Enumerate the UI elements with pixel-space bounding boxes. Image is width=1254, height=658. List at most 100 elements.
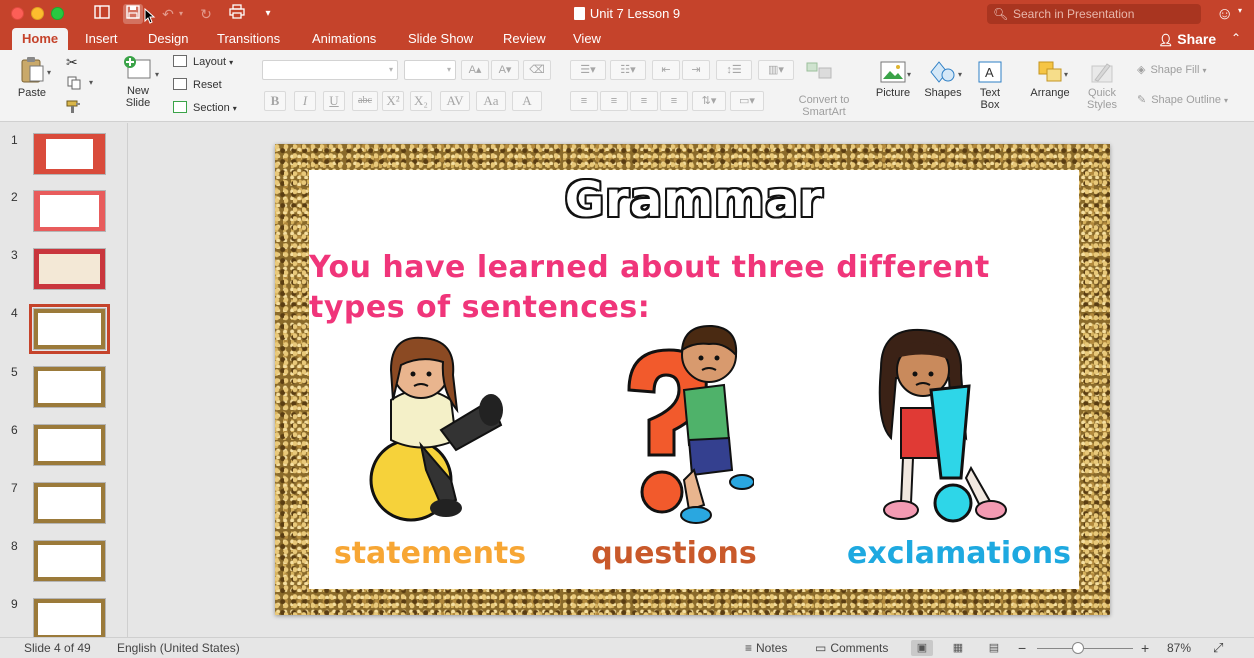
italic-button[interactable]: I — [294, 91, 316, 111]
zoom-in-button[interactable]: + — [1141, 638, 1149, 658]
slide-thumbnail-5[interactable] — [33, 366, 106, 408]
tab-slide-show[interactable]: Slide Show — [398, 28, 483, 50]
increase-font-size-button[interactable]: A▴ — [461, 60, 489, 80]
copy-dropdown-icon[interactable]: ▾ — [89, 78, 93, 87]
picture-dropdown-icon[interactable]: ▾ — [907, 70, 911, 79]
zoom-out-button[interactable]: − — [1018, 638, 1026, 658]
feedback-smiley-icon[interactable]: ☺ — [1216, 4, 1236, 24]
minimize-window-button[interactable] — [31, 7, 44, 20]
strikethrough-button[interactable]: abc — [352, 91, 378, 111]
normal-view-button[interactable]: ▣ — [911, 640, 933, 656]
share-button[interactable]: 👤︎ Share — [1158, 28, 1216, 50]
zoom-slider-handle[interactable] — [1072, 642, 1084, 654]
slide-subtitle[interactable]: You have learned about three different t… — [309, 248, 1079, 328]
quick-styles-button[interactable]: Quick Styles — [1080, 60, 1124, 111]
slide-thumbnail-9[interactable] — [33, 598, 106, 637]
search-input[interactable]: 🔍︎ Search in Presentation — [987, 4, 1201, 24]
tab-review[interactable]: Review — [493, 28, 556, 50]
slide-title[interactable]: Grammar — [309, 172, 1079, 228]
slide-thumbnail-7[interactable] — [33, 482, 106, 524]
bullets-button[interactable]: ☰▾ — [570, 60, 606, 80]
new-slide-dropdown-icon[interactable]: ▾ — [155, 70, 159, 79]
tab-insert[interactable]: Insert — [75, 28, 128, 50]
underline-button[interactable]: U — [323, 91, 345, 111]
copy-icon[interactable] — [67, 76, 81, 90]
close-window-button[interactable] — [11, 7, 24, 20]
customize-toolbar-icon[interactable]: ▾ — [258, 4, 278, 24]
new-slide-button[interactable]: New Slide — [118, 56, 158, 109]
paste-button[interactable]: Paste — [12, 56, 52, 99]
language-indicator[interactable]: English (United States) — [117, 638, 240, 658]
tab-view[interactable]: View — [563, 28, 611, 50]
feedback-dropdown-icon[interactable]: ▾ — [1238, 6, 1242, 15]
slide-thumbnail-2[interactable] — [33, 190, 106, 232]
girl-on-ball-image[interactable] — [361, 330, 521, 530]
change-case-button[interactable]: Aa — [476, 91, 506, 111]
tab-transitions[interactable]: Transitions — [207, 28, 290, 50]
zoom-slider[interactable] — [1037, 648, 1133, 649]
slide-thumbnail-1[interactable] — [33, 133, 106, 175]
format-painter-icon[interactable] — [66, 100, 82, 114]
font-name-input[interactable]: ▾ — [262, 60, 398, 80]
slide-thumbnail-8[interactable] — [33, 540, 106, 582]
columns-button[interactable]: ▥▾ — [758, 60, 794, 80]
save-icon[interactable] — [123, 4, 143, 24]
decrease-font-size-button[interactable]: A▾ — [491, 60, 519, 80]
comments-button[interactable]: ▭ Comments — [815, 638, 888, 658]
section-button[interactable]: Section ▾ — [173, 99, 237, 117]
slide-thumbnail-4[interactable] — [29, 304, 110, 354]
layout-button[interactable]: Layout ▾ — [173, 53, 233, 71]
tab-home[interactable]: Home — [12, 28, 69, 50]
undo-icon[interactable]: ↶ — [158, 4, 178, 24]
zoom-level[interactable]: 87% — [1167, 638, 1191, 658]
fit-to-window-icon[interactable]: ⤢ — [1213, 638, 1223, 658]
slide-thumbnail-3[interactable] — [33, 248, 106, 290]
shape-fill-button[interactable]: ◈ Shape Fill ▾ — [1137, 61, 1206, 79]
redo-icon[interactable]: ↻ — [196, 4, 216, 24]
reading-view-button[interactable]: ▤ — [983, 640, 1005, 656]
slide-sorter-view-button[interactable]: ▦ — [947, 640, 969, 656]
caption-questions[interactable]: questions — [579, 536, 769, 571]
sidebar-toggle-icon[interactable] — [92, 4, 112, 24]
tab-design[interactable]: Design — [138, 28, 198, 50]
character-spacing-button[interactable]: AV — [440, 91, 470, 111]
bold-button[interactable]: B — [264, 91, 286, 111]
text-direction-button[interactable]: ⇅▾ — [692, 91, 726, 111]
print-icon[interactable] — [227, 4, 247, 24]
line-spacing-button[interactable]: ↕☰ — [716, 60, 752, 80]
arrange-dropdown-icon[interactable]: ▾ — [1064, 70, 1068, 79]
text-box-button[interactable]: A Text Box — [972, 60, 1008, 111]
font-color-button[interactable]: A — [512, 91, 542, 111]
superscript-button[interactable]: X² — [382, 91, 404, 111]
picture-button[interactable]: Picture — [872, 60, 914, 99]
paste-dropdown-icon[interactable]: ▾ — [47, 68, 51, 77]
justify-button[interactable]: ≡ — [660, 91, 688, 111]
subscript-button[interactable]: X₂ — [410, 91, 432, 111]
shapes-button[interactable]: Shapes — [921, 60, 965, 99]
clear-formatting-button[interactable]: ⌫ — [523, 60, 551, 80]
notes-button[interactable]: ≡ Notes — [745, 638, 787, 658]
caption-statements[interactable]: statements — [309, 536, 551, 571]
convert-to-smartart-button[interactable]: Convert to SmartArt — [790, 94, 858, 118]
shapes-dropdown-icon[interactable]: ▾ — [958, 70, 962, 79]
align-left-button[interactable]: ≡ — [570, 91, 598, 111]
boy-with-question-mark-image[interactable] — [614, 320, 754, 530]
increase-indent-button[interactable]: ⇥ — [682, 60, 710, 80]
numbering-button[interactable]: ☷▾ — [610, 60, 646, 80]
collapse-ribbon-icon[interactable]: ⌃ — [1231, 31, 1241, 45]
cut-icon[interactable]: ✂ — [66, 54, 78, 71]
reset-button[interactable]: Reset — [173, 76, 222, 94]
shape-outline-button[interactable]: ✎ Shape Outline ▾ — [1137, 91, 1228, 109]
undo-dropdown-icon[interactable]: ▾ — [176, 4, 186, 24]
arrange-button[interactable]: Arrange — [1027, 60, 1073, 99]
caption-exclamations[interactable]: exclamations — [829, 536, 1089, 571]
slide-thumbnail-6[interactable] — [33, 424, 106, 466]
zoom-window-button[interactable] — [51, 7, 64, 20]
align-text-button[interactable]: ▭▾ — [730, 91, 764, 111]
align-center-button[interactable]: ≡ — [600, 91, 628, 111]
decrease-indent-button[interactable]: ⇤ — [652, 60, 680, 80]
font-size-input[interactable]: ▾ — [404, 60, 456, 80]
current-slide[interactable]: Grammar You have learned about three dif… — [275, 144, 1110, 615]
girl-with-exclamation-mark-image[interactable] — [871, 328, 1011, 538]
tab-animations[interactable]: Animations — [302, 28, 386, 50]
